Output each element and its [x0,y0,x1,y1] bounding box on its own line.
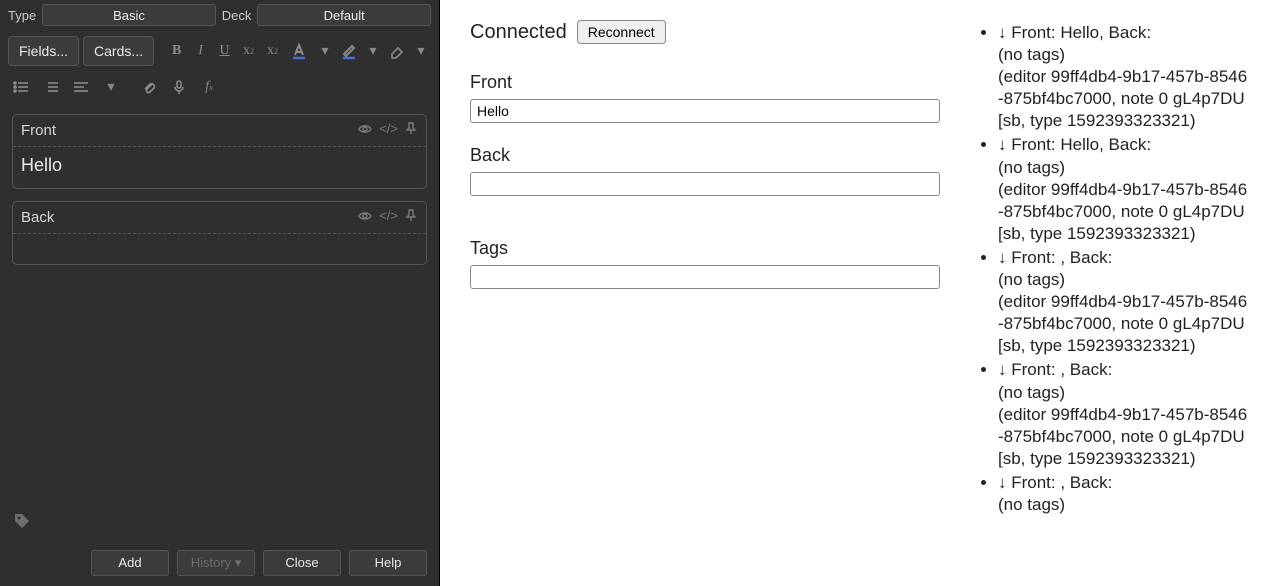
preview-panel: Connected Reconnect Front Back Tags ↓ Fr… [440,0,1280,586]
eraser-icon[interactable] [387,36,407,66]
type-select[interactable]: Basic [42,4,216,26]
back-field-header: Back </> [13,202,426,234]
tag-icon[interactable] [0,505,439,542]
deck-label: Deck [222,8,252,23]
alignment-icon[interactable] [68,72,94,102]
log-entry: ↓ Front: , Back:(no tags)(editor 99ff4db… [998,359,1250,469]
text-color-menu-icon[interactable]: ▾ [315,36,335,66]
unordered-list-icon[interactable] [8,72,34,102]
deck-select[interactable]: Default [257,4,431,26]
function-icon[interactable]: fx [196,72,222,102]
front-input[interactable] [470,99,940,123]
add-button[interactable]: Add [91,550,169,576]
text-color-icon[interactable] [286,36,311,66]
toggle-sticky-icon[interactable] [404,121,418,140]
reconnect-button[interactable]: Reconnect [577,20,666,44]
type-deck-row: Type Basic Deck Default [0,0,439,30]
back-field-label: Back [21,209,54,226]
close-button[interactable]: Close [263,550,341,576]
connection-status: Connected [470,21,567,44]
toolbar-row-2: ▾ fx [0,72,439,108]
front-field-header: Front </> [13,115,426,147]
superscript-icon[interactable]: x2 [239,36,259,66]
bottom-buttons: Add History ▾ Close Help [0,542,439,586]
ordered-list-icon[interactable] [38,72,64,102]
editor-panel: Type Basic Deck Default Fields... Cards.… [0,0,440,586]
form-column: Connected Reconnect Front Back Tags [470,20,940,566]
tags-input[interactable] [470,265,940,289]
connection-row: Connected Reconnect [470,20,940,44]
back-field-block: Back </> [12,201,427,265]
microphone-icon[interactable] [166,72,192,102]
front-field-input[interactable]: Hello [13,147,426,188]
italic-icon[interactable]: I [191,36,211,66]
toggle-html-icon[interactable]: </> [379,208,398,227]
log-entry: ↓ Front: , Back:(no tags) [998,472,1250,516]
alignment-menu-icon[interactable]: ▾ [98,72,124,102]
log-entry: ↓ Front: , Back:(no tags)(editor 99ff4db… [998,247,1250,357]
tags-label: Tags [470,238,940,259]
bold-icon[interactable]: B [167,36,187,66]
highlight-menu-icon[interactable]: ▾ [363,36,383,66]
cards-button[interactable]: Cards... [83,36,154,66]
front-field-block: Front </> Hello [12,114,427,189]
front-field-label: Front [21,122,56,139]
fields-button[interactable]: Fields... [8,36,79,66]
toggle-visibility-icon[interactable] [357,208,373,227]
log-entry: ↓ Front: Hello, Back:(no tags)(editor 99… [998,22,1250,132]
log-column: ↓ Front: Hello, Back:(no tags)(editor 99… [980,20,1250,566]
back-input[interactable] [470,172,940,196]
type-label: Type [8,8,36,23]
toggle-html-icon[interactable]: </> [379,121,398,140]
toggle-sticky-icon[interactable] [404,208,418,227]
eraser-menu-icon[interactable]: ▾ [411,36,431,66]
history-button[interactable]: History ▾ [177,550,255,576]
toolbar-row-1: Fields... Cards... B I U x2 x2 ▾ ▾ ▾ [0,30,439,72]
back-field-input[interactable] [13,234,426,264]
subscript-icon[interactable]: x2 [263,36,283,66]
toggle-visibility-icon[interactable] [357,121,373,140]
log-entry: ↓ Front: Hello, Back:(no tags)(editor 99… [998,134,1250,244]
attachment-icon[interactable] [136,72,162,102]
highlight-icon[interactable] [339,36,359,66]
help-button[interactable]: Help [349,550,427,576]
front-label: Front [470,72,940,93]
back-label: Back [470,145,940,166]
underline-icon[interactable]: U [215,36,235,66]
